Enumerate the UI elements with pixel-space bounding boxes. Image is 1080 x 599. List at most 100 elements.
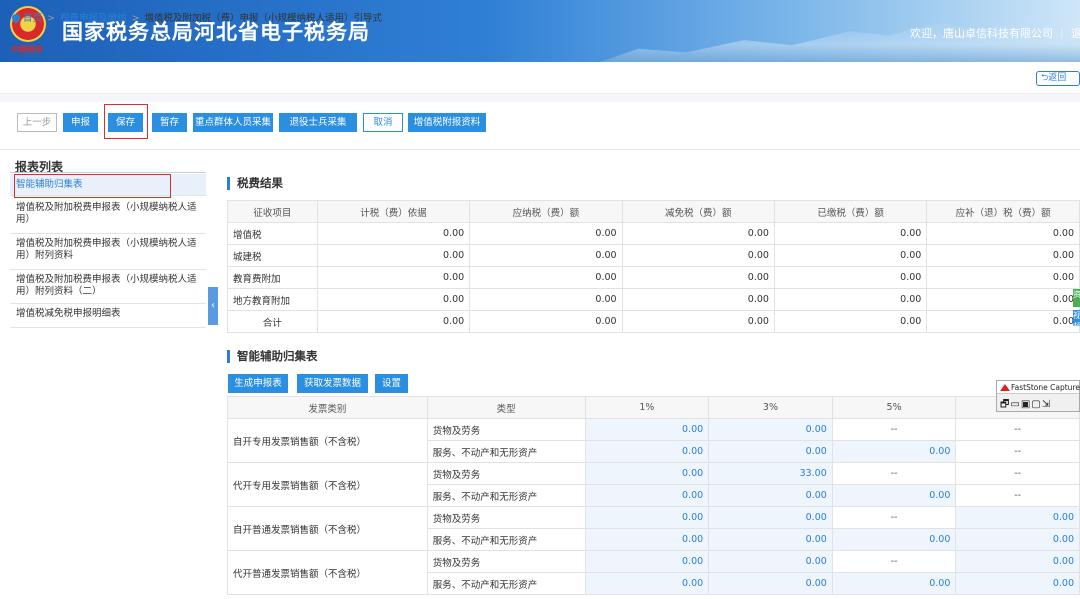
amount-input-cell[interactable]: 33.00 [708, 462, 833, 485]
breadcrumb-current: 增值税及附加税（费）申报（小规模纳税人适用）引导式 [144, 13, 382, 24]
amount-input-cell[interactable]: 0.00 [955, 506, 1080, 529]
invoice-col-header: 1% [584, 396, 710, 419]
tax-amount-cell: 0.00 [316, 310, 471, 333]
sidebar-divider [10, 172, 206, 173]
amount-input-cell[interactable]: 0.00 [831, 440, 957, 463]
invoice-col-header: 5% [831, 396, 957, 419]
tax-item-label: 增值税 [227, 222, 318, 245]
amount-input-cell[interactable]: 0.00 [708, 506, 833, 529]
tax-item-label: 教育费附加 [227, 266, 318, 289]
tax-item-label: 合计 [227, 310, 318, 333]
faststone-title: FastStone Capture [997, 381, 1080, 394]
tax-amount-cell: 0.00 [773, 266, 928, 289]
amount-input-cell[interactable]: 0.00 [584, 462, 710, 485]
sidebar-item-attachment-2[interactable]: 增值税及附加税费申报表（小规模纳税人适用）附列资料（二） [10, 274, 206, 304]
invoice-type: 服务、不动产和无形资产 [426, 440, 586, 463]
table-row: 城建税 0.00 0.00 0.00 0.00 0.00 [227, 244, 1080, 267]
invoice-col-header: 3% [708, 396, 833, 419]
amount-input-cell[interactable]: 0.00 [708, 440, 833, 463]
prev-step-button[interactable]: 上一步 [17, 113, 57, 132]
not-applicable-cell: -- [955, 462, 1080, 485]
amount-input-cell[interactable]: 0.00 [708, 550, 833, 573]
sidebar-item-main-form[interactable]: 增值税及附加税费申报表（小规模纳税人适用） [10, 202, 206, 234]
settings-button[interactable]: 设置 [375, 374, 408, 393]
tax-amount-cell: 0.00 [926, 266, 1080, 289]
tax-amount-cell: 0.00 [621, 222, 775, 245]
not-applicable-cell: -- [831, 462, 957, 485]
tax-col-header: 应补（退）税（费）额 [926, 200, 1080, 223]
tax-amount-cell: 0.00 [316, 222, 471, 245]
table-row: 教育费附加 0.00 0.00 0.00 0.00 0.00 [227, 266, 1080, 289]
amount-input-cell[interactable]: 0.00 [584, 572, 710, 595]
amount-input-cell[interactable]: 0.00 [584, 550, 710, 573]
invoice-col-header: 类型 [426, 396, 586, 419]
invoice-type: 服务、不动产和无形资产 [426, 572, 586, 595]
vat-attachment-button[interactable]: 增值税附报资料 [408, 113, 486, 132]
amount-input-cell[interactable]: 0.00 [708, 484, 833, 507]
not-applicable-cell: -- [831, 418, 957, 441]
tax-result-title: 税费结果 [227, 177, 283, 190]
amount-input-cell[interactable]: 0.00 [584, 506, 710, 529]
side-tab-video[interactable]: 视频 [1073, 310, 1080, 326]
tax-amount-cell: 0.00 [926, 244, 1080, 267]
amount-input-cell[interactable]: 0.00 [584, 418, 710, 441]
tax-amount-cell: 0.00 [621, 266, 775, 289]
amount-input-cell[interactable]: 0.00 [584, 440, 710, 463]
declare-button[interactable]: 申报 [63, 113, 98, 132]
amount-input-cell[interactable]: 0.00 [584, 484, 710, 507]
fetch-invoice-button[interactable]: 获取发票数据 [297, 374, 368, 393]
tax-col-header: 计税（费）依据 [316, 200, 471, 223]
tax-amount-cell: 0.00 [469, 266, 623, 289]
tax-amount-cell: 0.00 [773, 244, 928, 267]
table-row: 合计 0.00 0.00 0.00 0.00 0.00 [227, 310, 1080, 333]
not-applicable-cell: -- [955, 484, 1080, 507]
collapse-sidebar-button[interactable]: ‹ [208, 287, 218, 325]
not-applicable-cell: -- [831, 550, 957, 573]
invoice-type: 货物及劳务 [426, 418, 586, 441]
invoice-col-header: 发票类别 [227, 396, 428, 419]
amount-input-cell[interactable]: 0.00 [831, 528, 957, 551]
sidebar-item-reduction-detail[interactable]: 增值税减免税申报明细表 [10, 308, 206, 328]
back-button[interactable]: ⮌返回 [1036, 71, 1080, 86]
amount-input-cell[interactable]: 0.00 [831, 484, 957, 507]
table-row: 地方教育附加 0.00 0.00 0.00 0.00 0.00 [227, 288, 1080, 311]
generate-report-button[interactable]: 生成申报表 [228, 374, 288, 393]
table-row: 自开普通发票销售额（不含税） 货物及劳务 0.00 0.00 -- 0.00 [227, 506, 1080, 551]
smart-summary-table: 发票类别 类型 1% 3% 5% 自开专用发票销售额（不含税） 货物及劳务 0.00 0.00… [227, 396, 1080, 595]
save-highlight-box [104, 104, 148, 139]
amount-input-cell[interactable]: 0.00 [584, 528, 710, 551]
amount-input-cell[interactable]: 0.00 [831, 572, 957, 595]
breadcrumb-bar [0, 62, 1080, 94]
tax-amount-cell: 0.00 [316, 288, 471, 311]
tax-amount-cell: 0.00 [469, 222, 623, 245]
capture-tools-icon[interactable]: 🗗▭▣▢⇲ [997, 394, 1079, 417]
emblem-caption: 中国税务 [10, 44, 42, 54]
temp-save-button[interactable]: 暂存 [152, 113, 187, 132]
tax-col-header: 已缴税（费）额 [773, 200, 928, 223]
invoice-type: 货物及劳务 [426, 550, 586, 573]
tax-result-table: 征收项目 计税（费）依据 应纳税（费）额 减免税（费）额 已缴税（费）额 应补（退）税（费… [227, 200, 1080, 333]
faststone-capture-toolbar[interactable]: FastStone Capture 🗗▭▣▢⇲ [996, 380, 1080, 412]
breadcrumb-home[interactable]: 首页 [23, 13, 42, 24]
breadcrumb-tax-filing[interactable]: 税费申报及缴纳 [60, 13, 127, 24]
invoice-category: 自开普通发票销售额（不含税） [227, 506, 428, 551]
amount-input-cell[interactable]: 0.00 [955, 528, 1080, 551]
invoice-category: 自开专用发票销售额（不含税） [227, 418, 428, 463]
tax-amount-cell: 0.00 [926, 310, 1080, 333]
side-tab-green[interactable]: 资 [1073, 289, 1080, 307]
amount-input-cell[interactable]: 0.00 [955, 572, 1080, 595]
tax-item-label: 地方教育附加 [227, 288, 318, 311]
amount-input-cell[interactable]: 0.00 [955, 550, 1080, 573]
amount-input-cell[interactable]: 0.00 [708, 418, 833, 441]
veteran-collect-button[interactable]: 退役士兵采集 [279, 113, 357, 132]
tax-amount-cell: 0.00 [926, 288, 1080, 311]
cancel-button[interactable]: 取消 [363, 113, 403, 132]
welcome-text[interactable]: 欢迎，唐山卓信科技有限公司 ｜ 退 [910, 25, 1080, 41]
amount-input-cell[interactable]: 0.00 [708, 572, 833, 595]
location-pin-icon [10, 12, 22, 24]
tax-col-header: 征收项目 [227, 200, 318, 223]
invoice-category: 代开专用发票销售额（不含税） [227, 462, 428, 507]
key-group-collect-button[interactable]: 重点群体人员采集 [193, 113, 273, 132]
sidebar-item-attachment-1[interactable]: 增值税及附加税费申报表（小规模纳税人适用）附列资料 [10, 238, 206, 270]
amount-input-cell[interactable]: 0.00 [708, 528, 833, 551]
